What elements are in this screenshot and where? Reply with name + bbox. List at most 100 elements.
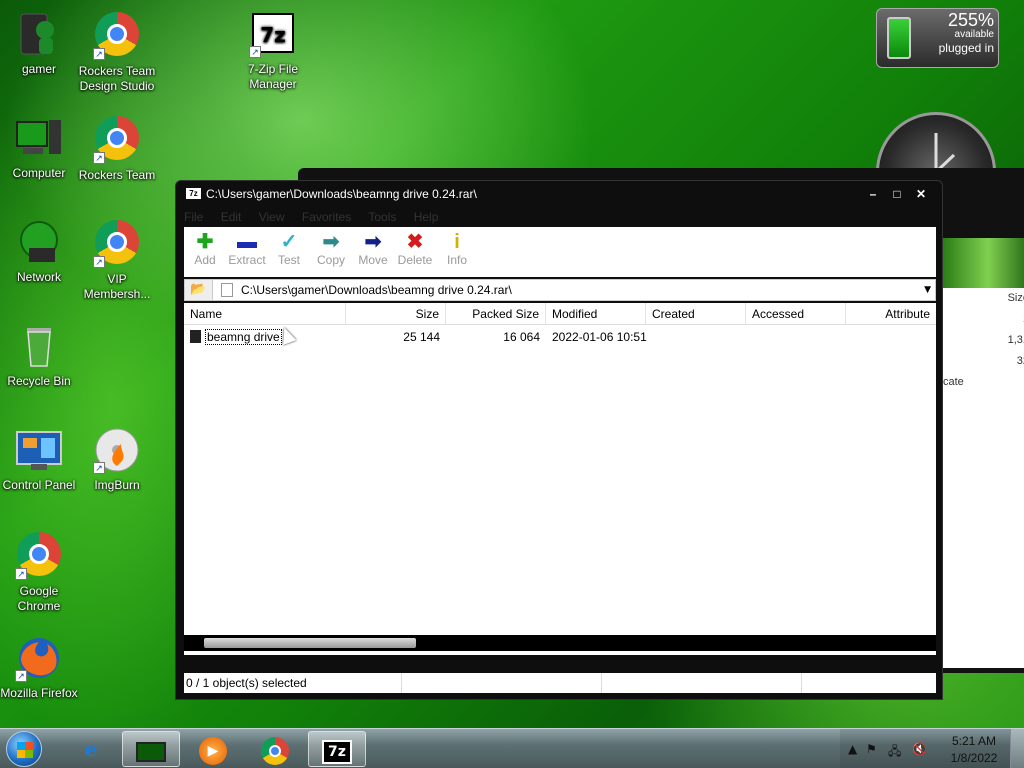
taskbar-internet-explorer[interactable]: e [62, 731, 120, 767]
control-panel-icon [15, 426, 63, 474]
desktop-icon-recycle-bin[interactable]: Recycle Bin [0, 322, 81, 389]
row-created [646, 327, 746, 347]
extract-button[interactable]: ▬ Extract [226, 227, 268, 277]
info-button[interactable]: i Info [436, 227, 478, 277]
7zip-window[interactable]: 7z C:\Users\gamer\Downloads\beamng drive… [175, 180, 943, 700]
network-tray-icon[interactable]: 🖧 [888, 742, 901, 763]
taskbar-explorer[interactable] [122, 731, 180, 767]
extract-button-label: Extract [228, 253, 266, 267]
status-segment [402, 673, 602, 693]
battery-gadget[interactable]: 255% available plugged in [876, 8, 999, 68]
shortcut-arrow-icon: ↗ [93, 152, 105, 164]
copy-button-label: Copy [316, 253, 345, 267]
folder-window-icon [136, 741, 166, 762]
table-row[interactable]: beamng drive 25 144 16 064 2022-01-06 10… [184, 327, 936, 347]
row-name-cell: beamng drive [184, 327, 346, 347]
shortcut-arrow-icon: ↗ [15, 568, 27, 580]
chrome-icon: ↗ [93, 220, 141, 268]
test-button[interactable]: ✓ Test [268, 227, 310, 277]
desktop-icon-vip-membership[interactable]: ↗ VIP Membersh... [75, 218, 159, 302]
background-row: cate [943, 376, 964, 388]
background-row: 1 [943, 309, 1024, 330]
folder-icon [190, 330, 201, 343]
delete-button[interactable]: ✖ Delete [394, 227, 436, 277]
show-desktop-button[interactable] [1010, 729, 1024, 768]
desktop-icon-mozilla-firefox[interactable]: ↗ Mozilla Firefox [0, 634, 81, 701]
desktop-icon-label: Mozilla Firefox [0, 686, 78, 700]
battery-status: plugged in [938, 41, 994, 55]
7zip-icon: 7z [322, 739, 352, 764]
media-player-icon: ▶ [199, 736, 227, 765]
minus-icon: ▬ [237, 231, 257, 253]
minimize-button[interactable]: – [862, 185, 884, 203]
toolbar: ✚ Add ▬ Extract ✓ Test ➡ Copy ➡ Move ✖ D… [184, 227, 936, 277]
taskbar-7zip[interactable]: 7z [308, 731, 366, 767]
column-header-name[interactable]: Name [184, 303, 346, 325]
column-header-modified[interactable]: Modified [546, 303, 646, 325]
desktop-icon-computer[interactable]: Computer [0, 114, 81, 181]
desktop-icon-imgburn[interactable]: ↗ ImgBurn [75, 426, 159, 493]
desktop-icon-label: Computer [12, 166, 66, 180]
scrollbar-thumb[interactable] [204, 638, 416, 648]
maximize-button[interactable]: □ [886, 185, 908, 203]
start-button[interactable] [6, 731, 42, 767]
column-header-attributes[interactable]: Attribute [846, 303, 936, 325]
taskbar-media-player[interactable]: ▶ [184, 731, 242, 767]
address-bar[interactable]: 📂 C:\Users\gamer\Downloads\beamng drive … [184, 279, 936, 301]
horizontal-scrollbar[interactable] [184, 635, 936, 651]
desktop-icon-network[interactable]: Network [0, 218, 81, 285]
column-header-accessed[interactable]: Accessed [746, 303, 846, 325]
shortcut-arrow-icon: ↗ [93, 462, 105, 474]
row-attributes [846, 327, 936, 347]
desktop-icon-label: Control Panel [2, 478, 76, 492]
menu-favorites[interactable]: Favorites [302, 210, 351, 224]
close-button[interactable]: ✕ [910, 185, 932, 203]
background-size-header: Size [1007, 292, 1024, 304]
menu-edit[interactable]: Edit [221, 210, 242, 224]
copy-button[interactable]: ➡ Copy [310, 227, 352, 277]
desktop-icon-google-chrome[interactable]: ↗ Google Chrome [0, 530, 81, 614]
battery-available-label: available [954, 29, 994, 40]
desktop-icon-gamer[interactable]: gamer [0, 10, 81, 77]
action-center-flag-icon[interactable]: ⚑ [866, 742, 877, 756]
desktop-icon-rockers-team-design-studio[interactable]: ↗ Rockers Team Design Studio [75, 10, 159, 94]
menu-help[interactable]: Help [414, 210, 439, 224]
row-modified: 2022-01-06 10:51 [552, 330, 647, 344]
column-header-size[interactable]: Size [346, 303, 446, 325]
show-hidden-icons-icon[interactable]: ▲ [848, 742, 857, 756]
system-tray: ▲ ⚑ 🖧 🔇 5:21 AM 1/8/2022 [840, 729, 1024, 768]
window-titlebar[interactable]: 7z C:\Users\gamer\Downloads\beamng drive… [176, 181, 942, 207]
folder-up-icon[interactable]: 📂 [185, 280, 213, 300]
chevron-down-icon[interactable]: ▼ [924, 280, 931, 300]
desktop-icon-rockers-team[interactable]: ↗ Rockers Team [75, 114, 159, 183]
desktop-icon-label: 7-Zip File Manager [247, 62, 298, 91]
desktop-icon-label: Rockers Team [78, 168, 156, 182]
volume-muted-icon[interactable]: 🔇 [912, 742, 927, 756]
add-button[interactable]: ✚ Add [184, 227, 226, 277]
desktop-icon-7zip[interactable]: 7z ↗ 7-Zip File Manager [231, 10, 315, 92]
file-list[interactable]: Name Size Packed Size Modified Created A… [184, 303, 936, 655]
desktop-icon-control-panel[interactable]: Control Panel [0, 426, 81, 493]
menu-view[interactable]: View [259, 210, 285, 224]
clock-time[interactable]: 5:21 AM [944, 734, 1004, 748]
column-header-created[interactable]: Created [646, 303, 746, 325]
desktop-icon-label: gamer [21, 62, 56, 76]
move-button[interactable]: ➡ Move [352, 227, 394, 277]
computer-icon [15, 114, 63, 162]
move-button-label: Move [358, 253, 388, 267]
check-icon: ✓ [280, 231, 298, 253]
chrome-icon: ↗ [93, 12, 141, 60]
info-icon: i [454, 231, 460, 253]
column-headers: Name Size Packed Size Modified Created A… [184, 303, 936, 325]
clock-date[interactable]: 1/8/2022 [944, 751, 1004, 765]
recycle-bin-icon [15, 322, 63, 370]
add-button-label: Add [194, 253, 216, 267]
menu-tools[interactable]: Tools [368, 210, 396, 224]
column-header-packed-size[interactable]: Packed Size [446, 303, 546, 325]
desktop-icon-label: VIP Membersh... [83, 272, 151, 301]
taskbar-chrome[interactable] [246, 731, 304, 767]
row-size: 25 144 [403, 330, 440, 344]
shortcut-arrow-icon: ↗ [249, 46, 261, 58]
menu-file[interactable]: File [184, 210, 203, 224]
shortcut-arrow-icon: ↗ [15, 670, 27, 682]
